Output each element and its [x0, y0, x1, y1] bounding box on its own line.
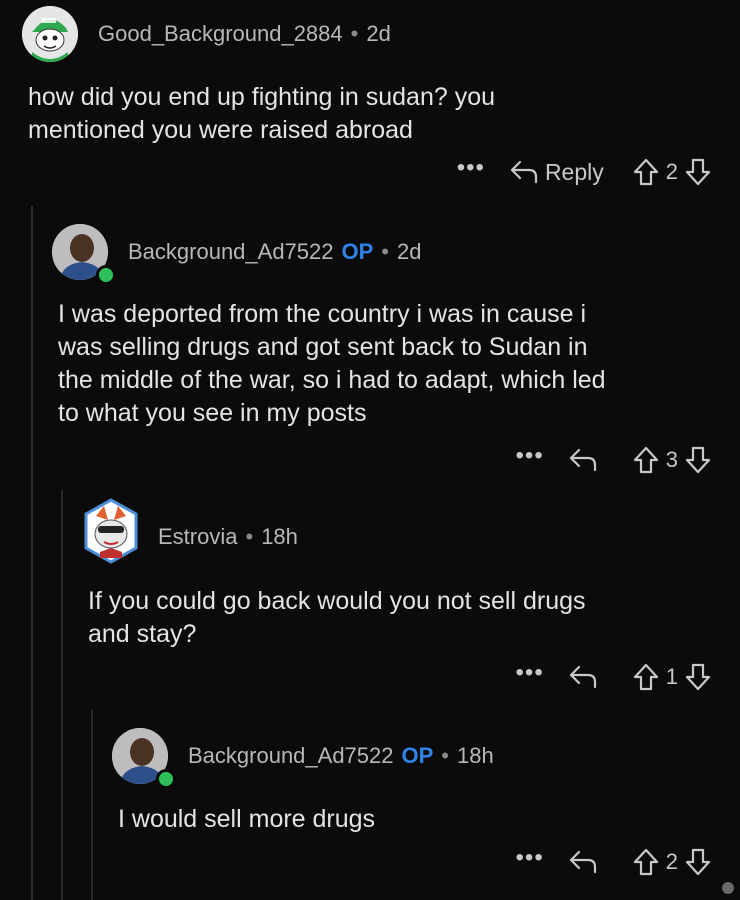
author-name[interactable]: Estrovia: [158, 524, 237, 550]
reply-button[interactable]: Reply: [509, 159, 604, 186]
reply-button[interactable]: [568, 664, 604, 690]
comment-header: Background_Ad7522 OP • 18h: [188, 742, 494, 770]
upvote-arrow-icon[interactable]: [632, 662, 660, 692]
vote-controls: 2: [632, 847, 712, 877]
author-name[interactable]: Background_Ad7522: [128, 239, 334, 265]
reply-arrow-icon: [569, 665, 596, 689]
comment-body: I was deported from the country i was in…: [58, 300, 606, 427]
reply-button[interactable]: [568, 849, 604, 875]
reply-arrow-icon: [569, 850, 596, 874]
author-name[interactable]: Background_Ad7522: [188, 743, 394, 769]
vote-score: 2: [665, 159, 678, 184]
comment-header: Estrovia • 18h: [158, 523, 298, 551]
reply-label: Reply: [544, 158, 604, 185]
timestamp[interactable]: 2d: [397, 239, 421, 265]
downvote-arrow-icon[interactable]: [684, 847, 712, 877]
downvote-arrow-icon[interactable]: [684, 157, 712, 187]
timestamp[interactable]: 18h: [261, 524, 298, 550]
more-options-icon[interactable]: •••: [516, 444, 544, 468]
comment-body: I would sell more drugs: [118, 805, 376, 833]
comment-actions: ••• 1: [420, 657, 712, 697]
avatar-good-background[interactable]: [22, 6, 78, 62]
op-badge: OP: [341, 239, 374, 264]
reply-arrow-icon: [569, 448, 596, 472]
more-options-icon[interactable]: •••: [516, 846, 544, 870]
corner-status-icon: [722, 882, 734, 894]
comment-actions: ••• 3: [400, 440, 712, 480]
thread-line-level-3[interactable]: [91, 710, 93, 900]
thread-line-level-1[interactable]: [31, 206, 33, 900]
online-status-icon: [156, 769, 176, 789]
upvote-arrow-icon[interactable]: [632, 445, 660, 475]
comment-actions: ••• 2: [420, 842, 712, 882]
comment-actions: ••• Reply 2: [300, 152, 712, 192]
snoo-avatar-icon: [22, 6, 78, 62]
vote-score: 3: [665, 447, 678, 472]
hexagon-avatar-icon: [84, 498, 138, 564]
more-options-icon[interactable]: •••: [457, 156, 485, 180]
vote-controls: 2: [632, 157, 712, 187]
meta-separator: •: [350, 21, 359, 46]
reply-button[interactable]: [568, 447, 604, 473]
vote-controls: 1: [632, 662, 712, 692]
comment-body: how did you end up fighting in sudan? yo…: [28, 83, 496, 144]
online-status-icon: [96, 265, 116, 285]
downvote-arrow-icon[interactable]: [684, 445, 712, 475]
thread-line-level-2[interactable]: [61, 490, 63, 900]
meta-separator: •: [245, 524, 254, 549]
meta-separator: •: [441, 743, 449, 768]
comment-body: If you could go back would you not sell …: [88, 587, 586, 648]
comment-header: Good_Background_2884 • 2d: [98, 20, 391, 48]
timestamp[interactable]: 18h: [457, 743, 494, 769]
downvote-arrow-icon[interactable]: [684, 662, 712, 692]
vote-controls: 3: [632, 445, 712, 475]
avatar-estrovia[interactable]: [82, 496, 140, 566]
upvote-arrow-icon[interactable]: [632, 157, 660, 187]
comment-header: Background_Ad7522 OP • 2d: [128, 238, 421, 266]
vote-score: 2: [665, 849, 678, 874]
upvote-arrow-icon[interactable]: [632, 847, 660, 877]
meta-separator: •: [381, 239, 389, 264]
op-badge: OP: [401, 743, 434, 768]
more-options-icon[interactable]: •••: [516, 661, 544, 685]
author-name[interactable]: Good_Background_2884: [98, 21, 343, 47]
timestamp[interactable]: 2d: [366, 21, 390, 47]
vote-score: 1: [665, 664, 678, 689]
reply-arrow-icon: [510, 160, 538, 184]
